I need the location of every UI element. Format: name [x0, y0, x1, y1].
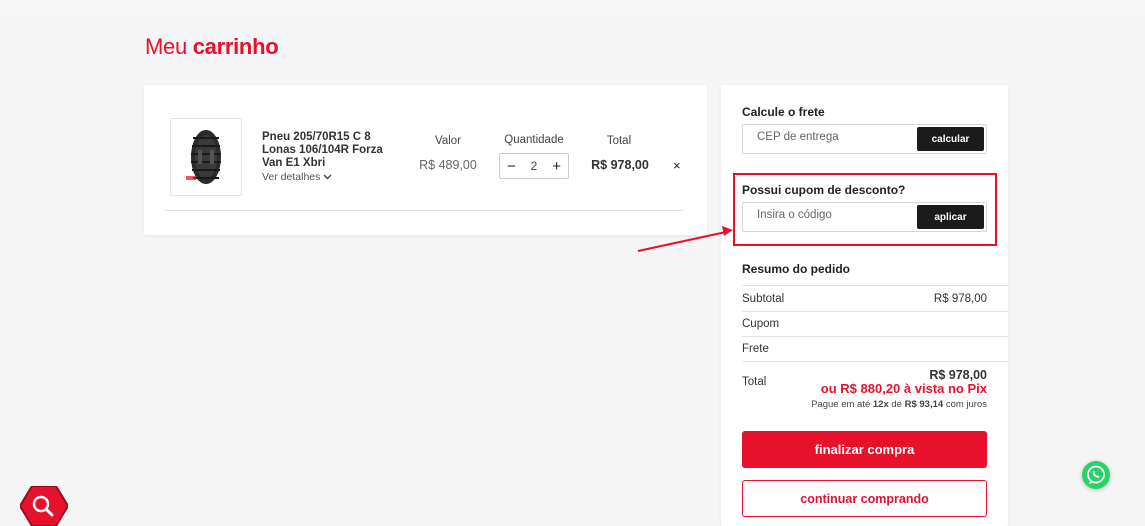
cart-card: Pneu 205/70R15 C 8 Lonas 106/104R Forza …	[144, 85, 707, 235]
decrement-button[interactable]: −	[507, 159, 516, 174]
installments-value: R$ 93,14	[904, 399, 944, 410]
shipping-title: Calcule o frete	[742, 105, 825, 119]
total-value: R$ 978,00	[929, 368, 987, 382]
top-bar	[0, 0, 1145, 16]
quantity-value[interactable]: 2	[531, 160, 538, 172]
shipping-label: Frete	[742, 343, 769, 355]
installments-count: 12x	[872, 399, 889, 410]
subtotal-value: R$ 978,00	[933, 293, 987, 305]
installments-prefix: Pague em até	[811, 399, 871, 410]
column-header-quantity: Quantidade	[504, 134, 564, 146]
view-details-link[interactable]: Ver detalhes	[262, 171, 332, 183]
page-title-prefix: Meu	[145, 34, 187, 59]
item-price: R$ 489,00	[419, 158, 477, 172]
view-details-label: Ver detalhes	[262, 171, 321, 183]
coupon-highlight-box	[733, 173, 997, 246]
column-header-value: Valor	[435, 135, 461, 147]
coupon-label: Cupom	[742, 318, 780, 330]
chevron-down-icon	[323, 174, 332, 180]
pix-price: ou R$ 880,20 à vista no Pix	[820, 381, 987, 396]
whatsapp-button[interactable]	[1082, 461, 1110, 489]
calculate-shipping-button[interactable]: calcular	[917, 127, 984, 151]
summary-divider	[742, 361, 1008, 362]
order-summary-panel: Calcule o frete calcular Possui cupom de…	[721, 85, 1008, 526]
cart-divider	[164, 210, 684, 211]
item-total: R$ 978,00	[591, 158, 649, 172]
order-summary-title: Resumo do pedido	[742, 262, 850, 276]
summary-divider	[742, 311, 1008, 312]
cep-input[interactable]	[757, 131, 907, 143]
page-title-bold: carrinho	[192, 34, 279, 59]
checkout-button[interactable]: finalizar compra	[742, 431, 987, 468]
product-name[interactable]: Pneu 205/70R15 C 8 Lonas 106/104R Forza …	[262, 131, 402, 170]
continue-shopping-button[interactable]: continuar comprando	[742, 480, 987, 517]
search-icon	[18, 485, 70, 526]
increment-button[interactable]: +	[552, 159, 561, 174]
shipping-input-group: calcular	[742, 124, 987, 154]
installments-mid: de	[891, 399, 902, 410]
summary-divider	[742, 285, 1008, 286]
product-thumbnail[interactable]	[170, 118, 242, 196]
tire-image	[186, 130, 221, 184]
quantity-stepper: − 2 +	[499, 153, 569, 179]
page-title: Meu carrinho	[145, 34, 279, 60]
summary-divider	[742, 336, 1008, 337]
column-header-total: Total	[606, 135, 632, 147]
whatsapp-icon	[1087, 465, 1105, 484]
search-badge[interactable]	[18, 485, 70, 526]
installments-suffix: com juros	[945, 399, 987, 410]
installments-text: Pague em até 12x de R$ 93,14 com juros	[811, 396, 987, 414]
total-block: R$ 978,00 ou R$ 880,20 à vista no Pix Pa…	[811, 368, 987, 414]
remove-item-button[interactable]: ×	[673, 158, 681, 173]
